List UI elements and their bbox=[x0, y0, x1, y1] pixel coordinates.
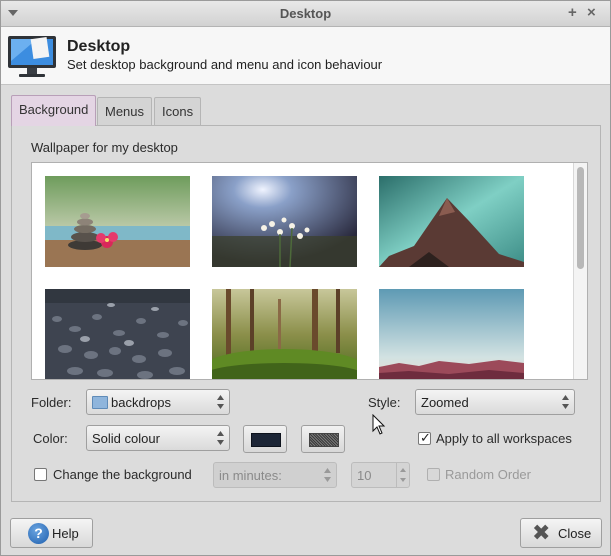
interval-unit-select[interactable]: in minutes: bbox=[213, 462, 337, 488]
help-icon: ? bbox=[28, 523, 49, 544]
window-title: Desktop bbox=[279, 6, 332, 21]
secondary-color-button[interactable] bbox=[301, 425, 345, 453]
apply-all-checkbox[interactable]: ✓ bbox=[418, 430, 431, 445]
gallery-scrollbar[interactable] bbox=[573, 163, 587, 379]
mouse-pointer-icon bbox=[372, 414, 386, 435]
spin-arrows-icon bbox=[324, 468, 331, 482]
tab-menus[interactable]: Menus bbox=[97, 97, 153, 125]
spin-arrows-icon bbox=[400, 468, 406, 482]
checkmark-icon: ✓ bbox=[420, 430, 431, 445]
help-button[interactable]: ? Help bbox=[10, 518, 93, 548]
header-subtitle: Set desktop background and menu and icon… bbox=[67, 57, 383, 72]
change-background-label: Change the background bbox=[53, 467, 192, 482]
wallpaper-thumbnail[interactable] bbox=[379, 289, 524, 380]
folder-value: backdrops bbox=[111, 395, 171, 410]
wallpaper-thumbnail[interactable] bbox=[212, 176, 357, 267]
title-bar[interactable]: Desktop + × bbox=[1, 1, 610, 27]
tab-icons[interactable]: Icons bbox=[154, 97, 202, 125]
folder-label: Folder: bbox=[31, 395, 72, 410]
maximize-icon[interactable]: + bbox=[568, 4, 577, 21]
style-select[interactable]: Zoomed bbox=[415, 389, 575, 415]
folder-select[interactable]: backdrops bbox=[86, 389, 230, 415]
spin-arrows-icon bbox=[217, 431, 224, 445]
header-title: Desktop bbox=[67, 38, 131, 55]
wallpaper-label: Wallpaper for my desktop bbox=[31, 140, 178, 155]
change-background-checkbox[interactable] bbox=[34, 468, 47, 481]
random-order-checkbox[interactable] bbox=[427, 468, 440, 481]
monitor-icon bbox=[8, 36, 56, 77]
interval-value: 10 bbox=[357, 468, 372, 483]
close-button[interactable]: ✖ Close bbox=[520, 518, 602, 548]
color-label: Color: bbox=[33, 431, 68, 446]
spin-arrows-icon bbox=[562, 395, 569, 409]
wallpaper-gallery[interactable] bbox=[31, 162, 588, 380]
primary-color-swatch bbox=[251, 433, 281, 447]
folder-icon bbox=[92, 396, 108, 409]
close-button-label: Close bbox=[558, 526, 592, 541]
interval-unit-value: in minutes: bbox=[219, 468, 282, 483]
primary-color-button[interactable] bbox=[243, 425, 287, 453]
wallpaper-thumbnail[interactable] bbox=[379, 176, 524, 267]
style-label: Style: bbox=[368, 395, 401, 410]
help-button-label: Help bbox=[52, 526, 79, 541]
spin-buttons[interactable] bbox=[396, 463, 409, 487]
interval-spinbox[interactable]: 10 bbox=[351, 462, 410, 488]
random-order-label: Random Order bbox=[445, 467, 531, 482]
scrollbar-thumb[interactable] bbox=[577, 167, 584, 269]
tab-background[interactable]: Background bbox=[11, 95, 97, 126]
color-style-select[interactable]: Solid colour bbox=[86, 425, 230, 451]
wallpaper-thumbnail[interactable] bbox=[45, 176, 190, 267]
window-close-icon[interactable]: × bbox=[587, 4, 596, 21]
secondary-color-swatch bbox=[309, 433, 339, 447]
dialog-header: Desktop Set desktop background and menu … bbox=[1, 27, 610, 85]
color-style-value: Solid colour bbox=[92, 431, 160, 446]
close-icon: ✖ bbox=[532, 520, 551, 545]
desktop-settings-window: Desktop + × Desktop Set desktop backgrou… bbox=[0, 0, 611, 556]
wallpaper-thumbnail[interactable] bbox=[212, 289, 357, 380]
style-value: Zoomed bbox=[421, 395, 469, 410]
apply-all-label: Apply to all workspaces bbox=[436, 431, 572, 446]
wallpaper-thumbnail[interactable] bbox=[45, 289, 190, 380]
spin-arrows-icon bbox=[217, 395, 224, 409]
